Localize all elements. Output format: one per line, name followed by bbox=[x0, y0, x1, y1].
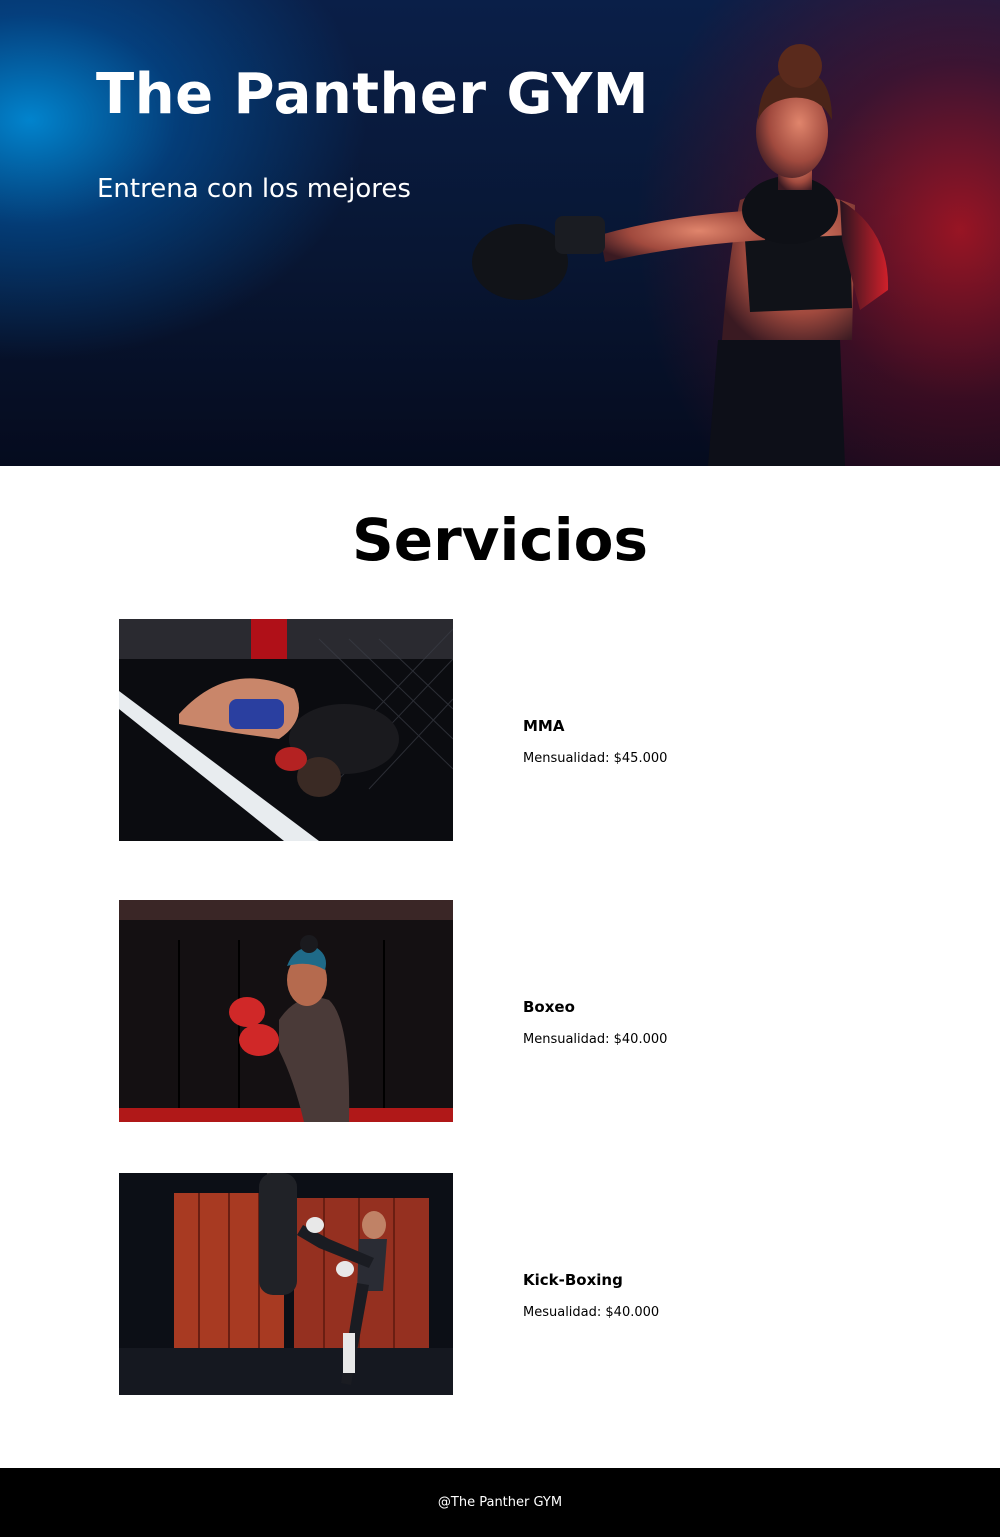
service-name-boxeo: Boxeo bbox=[523, 998, 575, 1016]
service-price-boxeo: Mensualidad: $40.000 bbox=[523, 1032, 668, 1047]
service-price-kickboxing: Mesualidad: $40.000 bbox=[523, 1305, 660, 1320]
mma-image bbox=[119, 619, 453, 841]
hero-subtitle: Entrena con los mejores bbox=[97, 174, 411, 204]
footer-text: @The Panther GYM bbox=[437, 1495, 563, 1510]
boxeo-image bbox=[119, 900, 453, 1122]
service-price-mma: Mensualidad: $45.000 bbox=[523, 751, 668, 766]
service-name-kickboxing: Kick-Boxing bbox=[523, 1271, 623, 1289]
service-name-mma: MMA bbox=[523, 717, 565, 735]
kickboxing-image bbox=[119, 1173, 453, 1395]
footer: @The Panther GYM bbox=[0, 1468, 1000, 1537]
hero-banner: The Panther GYM Entrena con los mejores bbox=[0, 0, 1000, 466]
services-title: Servicios bbox=[351, 506, 649, 574]
hero-title: The Panther GYM bbox=[96, 62, 649, 127]
